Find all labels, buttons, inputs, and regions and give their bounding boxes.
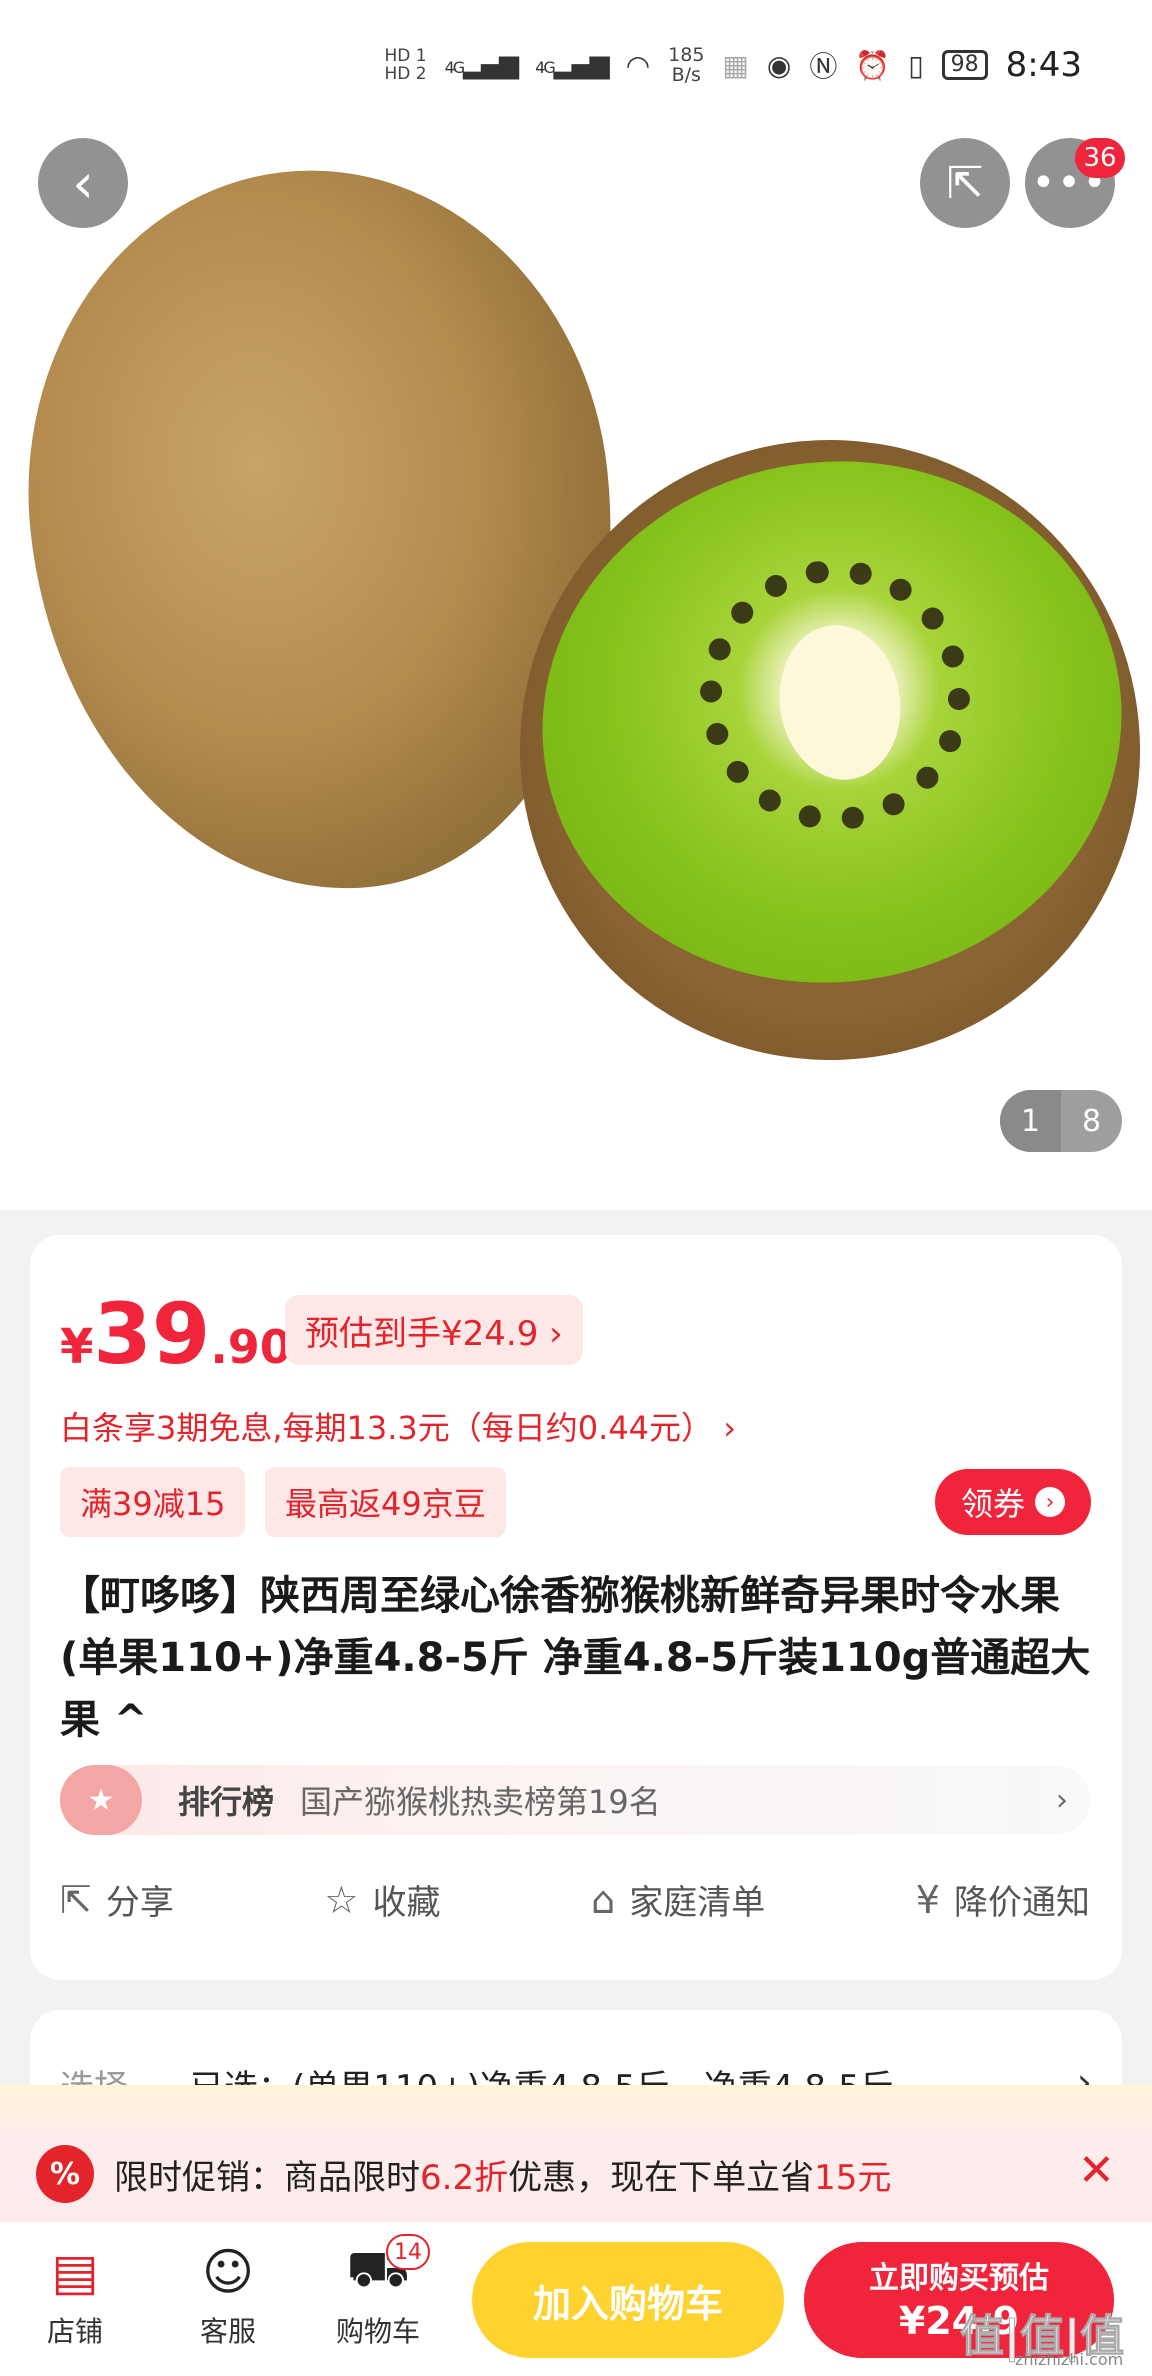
price-drop-action-label: 降价通知 (953, 1883, 1090, 1923)
close-icon[interactable]: ✕ (1078, 2145, 1115, 2196)
nfc-icon: Ⓝ (809, 50, 838, 83)
signal1-icon: 4G▂▄▆ (444, 50, 520, 80)
battery-icon: 98 (941, 50, 988, 80)
sim2-label: HD 2 (384, 64, 427, 84)
ranking-bar[interactable]: ★ 排行榜 国产猕猴桃热卖榜第19名 › (60, 1765, 1090, 1835)
action-row: ⇱ 分享 ☆ 收藏 ⌂ 家庭清单 ¥ 降价通知 (60, 1875, 1090, 1924)
vibrate-icon: ▯ (908, 48, 924, 82)
promo-prefix: 限时促销：商品限时 (114, 2157, 420, 2198)
service-button[interactable]: ☺ 客服 (168, 2242, 288, 2350)
clock: 8:43 (1005, 45, 1082, 85)
share-button[interactable]: ⇱ (920, 138, 1010, 228)
share-icon: ⇱ (946, 157, 984, 209)
share-action[interactable]: ⇱ 分享 (60, 1875, 174, 1924)
favorite-action[interactable]: ☆ 收藏 (324, 1875, 440, 1924)
cart-label: 购物车 (335, 2315, 420, 2348)
promo-text: 限时促销：商品限时6.2折优惠，现在下单立省15元 (114, 2150, 891, 2199)
promo-tag-discount[interactable]: 满39减15 (60, 1467, 246, 1537)
rate-unit: B/s (671, 64, 701, 86)
promo-middle: 优惠，现在下单立省 (508, 2157, 815, 2198)
image-counter-total: 8 (1081, 1103, 1102, 1139)
get-coupon-label: 领券 (960, 1485, 1025, 1523)
home-icon: ⌂ (591, 1877, 616, 1922)
chevron-right-icon: › (1035, 1487, 1065, 1517)
price-drop-action[interactable]: ¥ 降价通知 (916, 1875, 1090, 1924)
price-symbol: ¥ (60, 1319, 94, 1375)
alarm-icon: ⏰ (855, 48, 891, 82)
watermark-url: zhizhizhi.com (1015, 2350, 1124, 2369)
sim-indicators: HD 1 HD 2 (384, 47, 426, 83)
promo-tag-beans[interactable]: 最高返49京豆 (265, 1467, 506, 1537)
promo-saving: 15元 (814, 2157, 892, 2198)
eye-icon: ◉ (766, 48, 792, 82)
family-list-action[interactable]: ⌂ 家庭清单 (591, 1875, 765, 1924)
network-rate: 185 B/s (668, 45, 704, 85)
estimated-price-badge[interactable]: 预估到手¥24.9 › (285, 1295, 583, 1365)
product-title: 【町哆哆】陕西周至绿心徐香猕猴桃新鲜奇异果时令水果 (单果110+)净重4.8-… (60, 1573, 1091, 1743)
data-icon: ▦ (722, 48, 749, 82)
chat-icon: ☺ (201, 2243, 255, 2301)
image-counter-current: 1 (1000, 1090, 1061, 1152)
store-button[interactable]: ▤ 店铺 (15, 2242, 135, 2350)
percent-icon: % (36, 2145, 94, 2203)
chevron-left-icon: ‹ (72, 151, 94, 215)
back-button[interactable]: ‹ (38, 138, 128, 228)
ranking-label: 排行榜 (178, 1783, 275, 1821)
share-icon: ⇱ (60, 1877, 92, 1922)
store-label: 店铺 (46, 2315, 103, 2348)
installment-info[interactable]: 白条享3期免息,每期13.3元（每日约0.44元） › (60, 1403, 736, 1449)
promo-content: % 限时促销：商品限时6.2折优惠，现在下单立省15元 (36, 2145, 891, 2203)
image-counter: 1 8 (1000, 1090, 1122, 1152)
price-decimal: .90 (210, 1320, 292, 1374)
price-integer: 39 (93, 1285, 211, 1383)
chevron-right-icon: › (1056, 1782, 1068, 1818)
medal-icon: ★ (60, 1765, 142, 1835)
product-info-card: ¥ 39 .90 预估到手¥24.9 › 白条享3期免息,每期13.3元（每日约… (30, 1235, 1122, 1980)
share-action-label: 分享 (105, 1883, 174, 1923)
sim1-label: HD 1 (384, 46, 427, 66)
favorite-action-label: 收藏 (372, 1883, 441, 1923)
wifi-icon: ◠ (625, 48, 651, 82)
yen-icon: ¥ (915, 1877, 940, 1922)
star-icon: ☆ (324, 1877, 359, 1922)
add-to-cart-button[interactable]: 加入购物车 (472, 2242, 784, 2358)
cart-button[interactable]: ⛟ 14 购物车 (318, 2234, 438, 2350)
product-image-gallery[interactable]: ‹ ⇱ ••• 36 1 8 (0, 0, 1152, 1210)
message-count-badge: 36 (1075, 138, 1125, 178)
promo-discount: 6.2折 (420, 2157, 509, 2198)
signal2-icon: 4G▂▄▆ (535, 50, 610, 80)
rate-value: 185 (668, 44, 705, 66)
family-list-action-label: 家庭清单 (629, 1883, 766, 1923)
store-icon: ▤ (51, 2243, 99, 2301)
price: ¥ 39 .90 (60, 1285, 292, 1383)
get-coupon-button[interactable]: 领券 › (935, 1469, 1091, 1535)
service-label: 客服 (199, 2315, 256, 2348)
ranking-text: 国产猕猴桃热卖榜第19名 (300, 1783, 661, 1821)
buy-now-label: 立即购买预估 (869, 2261, 1049, 2296)
cart-count-badge: 14 (386, 2234, 430, 2270)
status-bar: HD 1 HD 2 4G▂▄▆ 4G▂▄▆ ◠ 185 B/s ▦ ◉ Ⓝ ⏰ … (0, 0, 1152, 130)
